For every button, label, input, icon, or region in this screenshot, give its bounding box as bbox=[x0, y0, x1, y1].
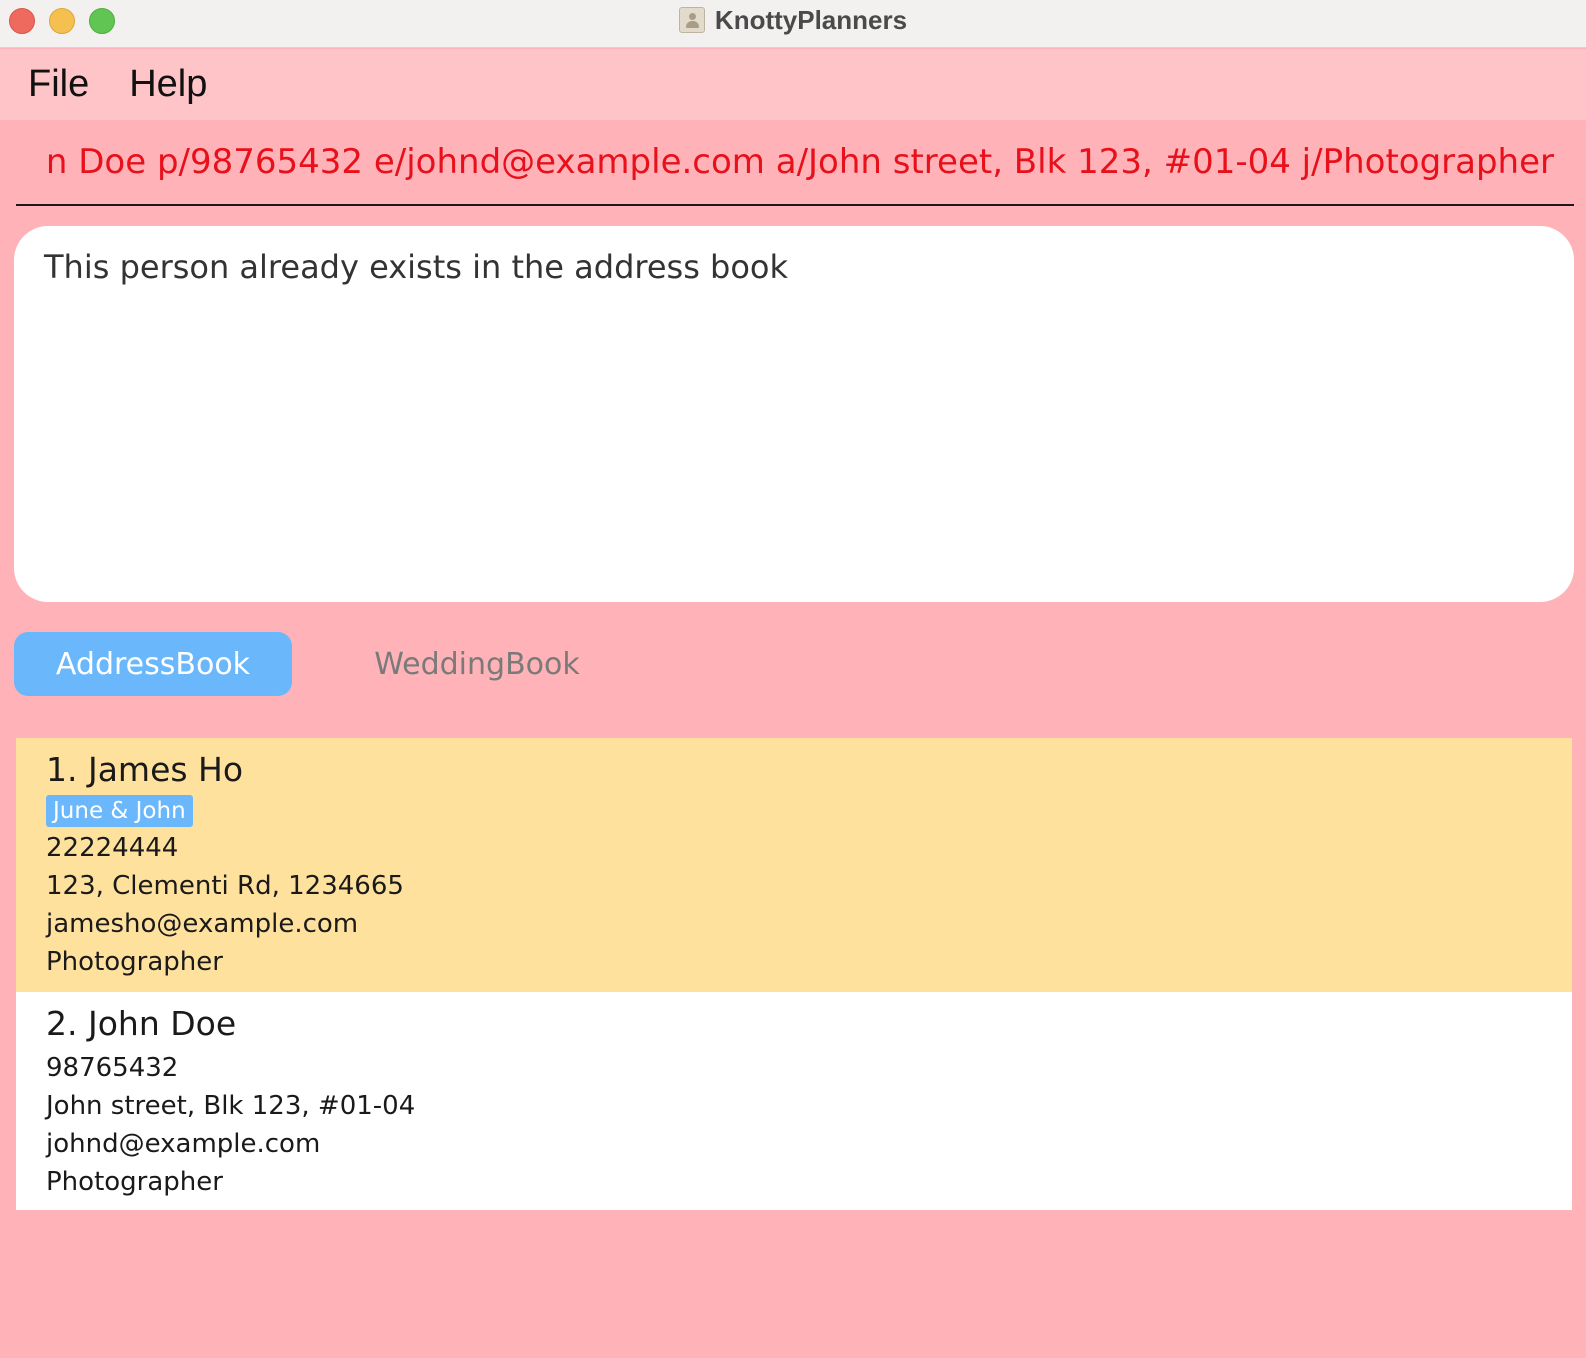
menu-file[interactable]: File bbox=[28, 63, 89, 106]
person-email: jamesho@example.com bbox=[46, 909, 359, 939]
result-message: This person already exists in the addres… bbox=[44, 248, 789, 286]
person-address: 123, Clementi Rd, 1234665 bbox=[46, 871, 404, 901]
wedding-tag: June & John bbox=[46, 795, 193, 827]
result-display: This person already exists in the addres… bbox=[14, 226, 1574, 602]
person-list: 1. James Ho June & John 22224444 123, Cl… bbox=[16, 738, 1572, 1210]
command-box: n Doe p/98765432 e/johnd@example.com a/J… bbox=[16, 134, 1574, 206]
book-tabs: AddressBook WeddingBook bbox=[14, 632, 662, 696]
person-name: 2. John Doe bbox=[46, 1004, 237, 1043]
person-job: Photographer bbox=[46, 1167, 223, 1197]
person-phone: 22224444 bbox=[46, 833, 179, 863]
address-book-icon bbox=[678, 7, 705, 33]
person-card[interactable]: 2. John Doe 98765432 John street, Blk 12… bbox=[16, 992, 1572, 1210]
menu-bar: File Help bbox=[0, 49, 1586, 120]
window-titlebar: KnottyPlanners bbox=[0, 0, 1586, 48]
tab-weddingbook[interactable]: WeddingBook bbox=[292, 632, 662, 696]
person-address: John street, Blk 123, #01-04 bbox=[46, 1091, 416, 1121]
person-phone: 98765432 bbox=[46, 1053, 179, 1083]
person-name: 1. James Ho bbox=[46, 750, 244, 789]
person-card[interactable]: 1. James Ho June & John 22224444 123, Cl… bbox=[16, 738, 1572, 992]
person-email: johnd@example.com bbox=[46, 1129, 321, 1159]
tab-addressbook[interactable]: AddressBook bbox=[14, 632, 292, 696]
person-job: Photographer bbox=[46, 947, 223, 977]
window-title-group: KnottyPlanners bbox=[0, 0, 1586, 40]
command-input[interactable]: n Doe p/98765432 e/johnd@example.com a/J… bbox=[46, 142, 1554, 182]
window-title: KnottyPlanners bbox=[714, 4, 908, 35]
menu-help[interactable]: Help bbox=[129, 63, 207, 106]
